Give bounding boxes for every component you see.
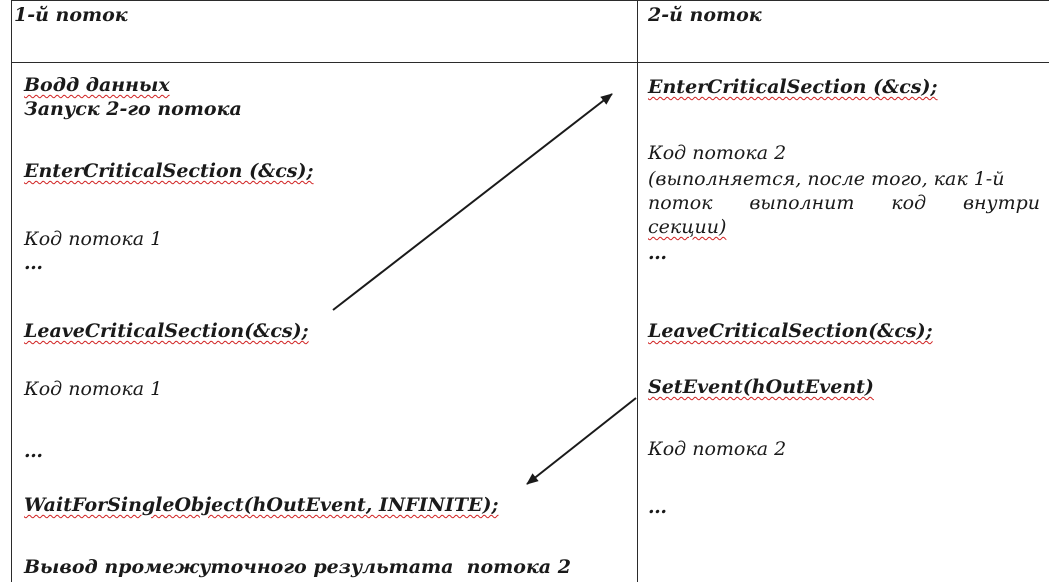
arrow-leave-to-enter <box>332 93 613 311</box>
sync-arrows <box>332 93 637 485</box>
arrow-setevent-to-wait <box>526 397 637 485</box>
thread-sync-table: 1-й поток 2-й поток Водд данных Запуск 2… <box>0 0 1049 582</box>
